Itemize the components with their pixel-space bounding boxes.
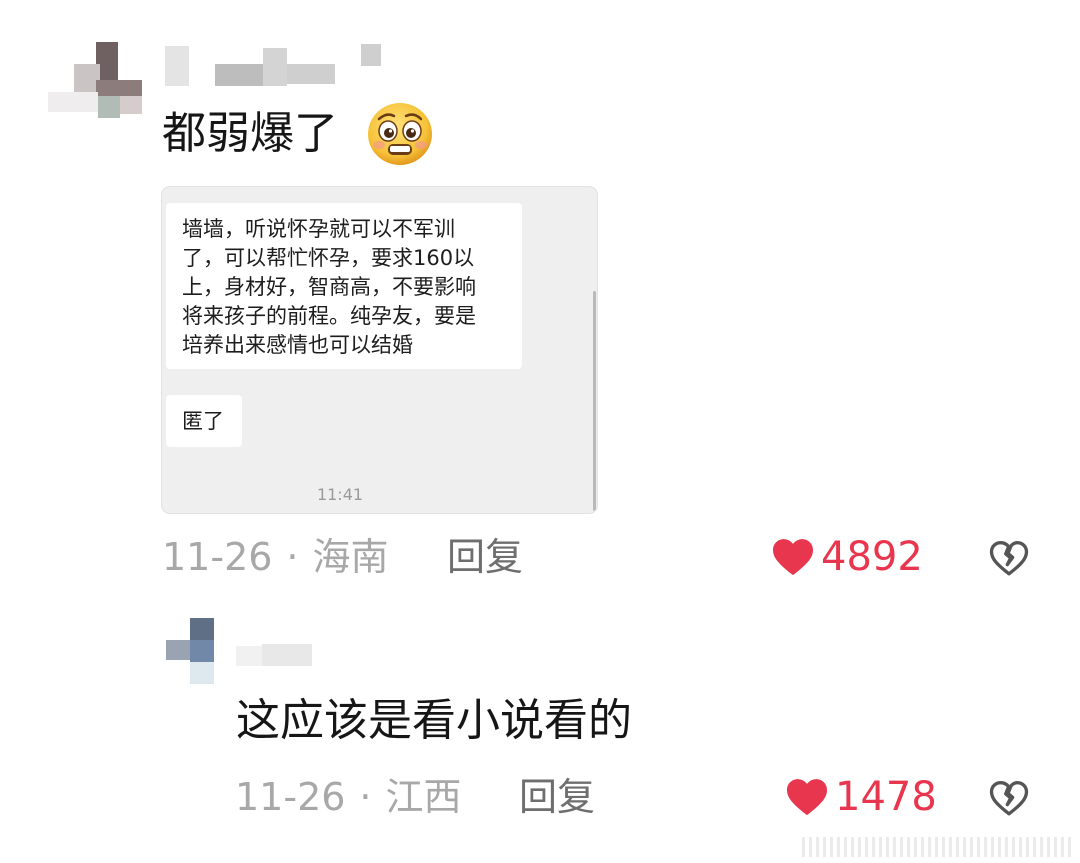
reply-button[interactable]: 回复 [447,538,523,576]
heart-icon [787,779,827,816]
avatar[interactable] [48,42,144,128]
separator: · [286,535,299,579]
avatar[interactable] [166,618,216,688]
heart-icon [773,539,813,576]
comment-meta: 11-26 · 江西 [235,778,462,816]
comment-date: 11-26 [162,535,273,579]
comment-date: 11-26 [235,775,346,819]
pleading-face-emoji [368,103,432,165]
comment-location: 海南 [312,535,389,579]
broken-heart-icon[interactable] [989,778,1029,818]
message-time: 11:41 [316,485,364,504]
like-count: 4892 [821,534,923,580]
broken-heart-icon[interactable] [989,538,1029,578]
comment-text: 这应该是看小说看的 [236,695,632,746]
chat-line: 了，可以帮忙怀孕，要求160以 [182,246,475,270]
chat-line: 培养出来感情也可以结婚 [182,333,413,357]
watermark [802,837,1072,857]
comment-location: 江西 [385,775,462,819]
chat-bubble: 墙墙，听说怀孕就可以不军训 了，可以帮忙怀孕，要求160以 上，身材好，智商高，… [166,203,522,369]
chat-line: 将来孩子的前程。纯孕友，要是 [182,304,476,328]
comment-meta: 11-26 · 海南 [162,538,389,576]
chat-line: 墙墙，听说怀孕就可以不军训 [182,217,455,241]
reply-button[interactable]: 回复 [519,778,595,816]
like-count: 1478 [835,774,937,820]
comment-text: 都弱爆了 [162,108,338,159]
username[interactable] [165,42,387,90]
username[interactable] [236,640,316,668]
like-button[interactable]: 4892 [771,537,923,577]
chat-line: 上，身材好，智商高，不要影响 [182,275,476,299]
separator: · [359,775,372,819]
like-button[interactable]: 1478 [785,777,937,817]
scrollbar [593,291,596,511]
chat-bubble: 匿了 [166,395,242,447]
embedded-chat-screenshot[interactable]: 墙墙，听说怀孕就可以不军训 了，可以帮忙怀孕，要求160以 上，身材好，智商高，… [162,187,597,513]
chat-line: 匿了 [182,409,224,433]
